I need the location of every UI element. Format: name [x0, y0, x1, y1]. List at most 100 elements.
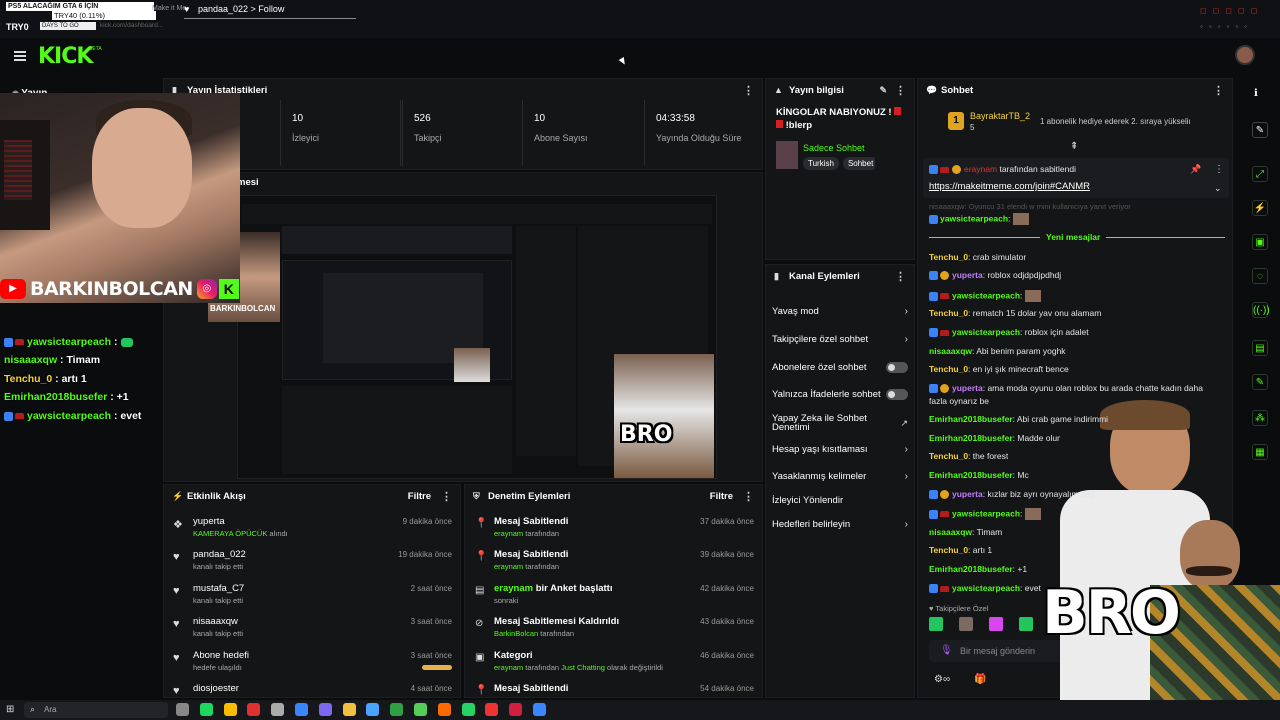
taskbar-app-icon[interactable]: [533, 703, 546, 716]
rail-icon-8[interactable]: ▦: [1252, 444, 1268, 460]
edit-icon[interactable]: ✎: [879, 85, 887, 96]
chat-username[interactable]: Tenchu_0: [929, 308, 968, 318]
tag-chip[interactable]: Turkish: [803, 157, 839, 170]
taskbar-app-icon[interactable]: [318, 703, 332, 716]
extension-icons[interactable]: ◦◦◦◦◦◦: [1200, 22, 1253, 31]
chat-username[interactable]: Emirhan2018busefer: [929, 470, 1013, 480]
info-rail-icon[interactable]: ℹ: [1254, 88, 1258, 99]
emote-icon[interactable]: [1019, 617, 1033, 631]
chat-username[interactable]: Emirhan2018busefer: [929, 433, 1013, 443]
rail-icon-4[interactable]: ((·)): [1252, 302, 1270, 318]
taskbar-app-icon[interactable]: [199, 703, 213, 716]
activity-user[interactable]: yuperta: [193, 516, 225, 527]
taskbar-app-icon[interactable]: [437, 703, 451, 716]
emote-icon[interactable]: [989, 617, 1003, 631]
stream-info-menu-icon[interactable]: ⋮: [895, 84, 906, 97]
channel-action-6[interactable]: Yasaklanmış kelimeler ›: [772, 469, 908, 483]
rail-icon-5[interactable]: ▤: [1252, 340, 1268, 356]
taskbar-app-icon[interactable]: [295, 703, 308, 716]
rail-icon-2[interactable]: ▣: [1252, 234, 1268, 250]
chat-username[interactable]: nisaaaxqw: [929, 527, 972, 537]
channel-action-3[interactable]: Yalnızca İfadelerle sohbet: [772, 387, 908, 401]
menu-icon[interactable]: [14, 51, 26, 61]
chat-username[interactable]: yuperta: [952, 383, 983, 393]
rail-icon-1[interactable]: ⚡: [1252, 200, 1268, 216]
gift-icon[interactable]: 🎁: [974, 674, 986, 685]
chat-username[interactable]: yuperta: [952, 489, 983, 499]
mod-title-user[interactable]: eraynam: [494, 583, 533, 594]
toggle-switch[interactable]: [886, 361, 908, 373]
channel-action-1[interactable]: Takipçilere özel sohbet ›: [772, 332, 908, 346]
taskbar-app-icon[interactable]: [461, 703, 475, 716]
taskbar-app-icon[interactable]: [485, 703, 499, 716]
pencil-icon[interactable]: ✎: [1252, 122, 1268, 138]
tag-chip[interactable]: Sohbet: [842, 157, 875, 170]
mod-filter-button[interactable]: Filtre: [710, 491, 733, 502]
stream-preview[interactable]: BARKINBOLCAN BRO: [208, 195, 717, 479]
emote-icon[interactable]: [959, 617, 973, 631]
rail-icon-0[interactable]: ⤢: [1252, 166, 1268, 182]
expand-icon[interactable]: ⌄: [1214, 183, 1222, 194]
chat-username[interactable]: yawsictearpeach: [952, 583, 1020, 593]
chat-username[interactable]: nisaaaxqw: [929, 346, 972, 356]
chat-username[interactable]: yawsictearpeach: [952, 290, 1020, 300]
actions-menu-icon[interactable]: ⋮: [895, 270, 906, 283]
chat-username[interactable]: yawsictearpeach: [952, 327, 1020, 337]
chat-username[interactable]: Tenchu_0: [929, 451, 968, 461]
activity-user[interactable]: diosjoester: [193, 683, 239, 694]
top-gifter-name[interactable]: BayraktarTB_2: [970, 111, 1030, 121]
chat-username[interactable]: yawsictearpeach: [940, 213, 1008, 223]
stats-menu-icon[interactable]: ⋮: [743, 84, 754, 97]
pinned-link[interactable]: https://makeitmeme.com/join#CANMR: [929, 181, 1090, 192]
taskbar-app-icon[interactable]: [414, 703, 427, 716]
tab-extra[interactable]: Make it Me: [152, 5, 186, 12]
category-name[interactable]: Sadece Sohbet: [803, 143, 865, 153]
taskbar-app-icon[interactable]: [176, 703, 189, 716]
channel-action-2[interactable]: Abonelere özel sohbet: [772, 360, 908, 374]
taskbar-app-icon[interactable]: [271, 703, 285, 716]
rail-icon-6[interactable]: ✎: [1252, 374, 1268, 390]
taskbar-app-icon[interactable]: [342, 703, 356, 716]
chat-username[interactable]: Tenchu_0: [929, 545, 968, 555]
taskbar-app-icon[interactable]: [509, 703, 523, 716]
pin-icon[interactable]: 📌: [1190, 164, 1201, 175]
chat-username[interactable]: Emirhan2018busefer: [929, 414, 1013, 424]
collapse-icon[interactable]: ⇞: [1070, 141, 1078, 152]
rail-icon-7[interactable]: ⁂: [1252, 410, 1268, 426]
activity-menu-icon[interactable]: ⋮: [441, 490, 452, 503]
taskbar-app-icon[interactable]: [390, 703, 404, 716]
chat-menu-icon[interactable]: ⋮: [1213, 84, 1224, 97]
mic-icon[interactable]: 🎙: [940, 645, 953, 656]
mod-menu-icon[interactable]: ⋮: [743, 490, 754, 503]
emote-icon[interactable]: [929, 617, 943, 631]
toggle-switch[interactable]: [886, 388, 908, 400]
chat-username[interactable]: Emirhan2018busefer: [929, 564, 1013, 574]
avatar[interactable]: [1235, 45, 1255, 65]
channel-action-5[interactable]: Hesap yaşı kısıtlaması ›: [772, 442, 908, 456]
taskbar-app-icon[interactable]: [366, 703, 380, 716]
activity-filter-button[interactable]: Filtre: [408, 491, 431, 502]
mod-actor[interactable]: eraynam: [494, 562, 523, 571]
rail-icon-3[interactable]: ◌: [1252, 268, 1268, 284]
activity-user[interactable]: pandaa_022: [193, 549, 246, 560]
kick-logo[interactable]: KICK: [38, 44, 93, 69]
chat-username[interactable]: yawsictearpeach: [952, 508, 1020, 518]
pinned-menu-icon[interactable]: ⋮: [1214, 164, 1224, 175]
chat-username[interactable]: Tenchu_0: [929, 364, 968, 374]
channel-action-4[interactable]: Yapay Zeka ile Sohbet Denetimi ↗: [772, 414, 908, 433]
activity-user[interactable]: nisaaaxqw: [193, 616, 238, 627]
taskbar-app-icon[interactable]: [223, 703, 237, 716]
taskbar-app-icon[interactable]: [247, 703, 261, 716]
activity-user[interactable]: mustafa_C7: [193, 583, 244, 594]
window-controls[interactable]: ◻◻◻◻◻: [1200, 6, 1263, 15]
activity-user[interactable]: Abone hedefi: [193, 650, 249, 661]
windows-icon[interactable]: ⊞: [6, 704, 14, 715]
mod-actor[interactable]: eraynam: [494, 663, 523, 672]
channel-action-0[interactable]: Yavaş mod ›: [772, 304, 908, 318]
mod-actor[interactable]: BarkinBolcan: [494, 629, 538, 638]
settings-icon[interactable]: ⚙∞: [934, 674, 950, 685]
channel-action-8[interactable]: Hedefleri belirleyin ›: [772, 517, 908, 531]
chat-username[interactable]: yuperta: [952, 270, 983, 280]
chat-username[interactable]: Tenchu_0: [929, 252, 968, 262]
mod-actor[interactable]: eraynam: [494, 529, 523, 538]
